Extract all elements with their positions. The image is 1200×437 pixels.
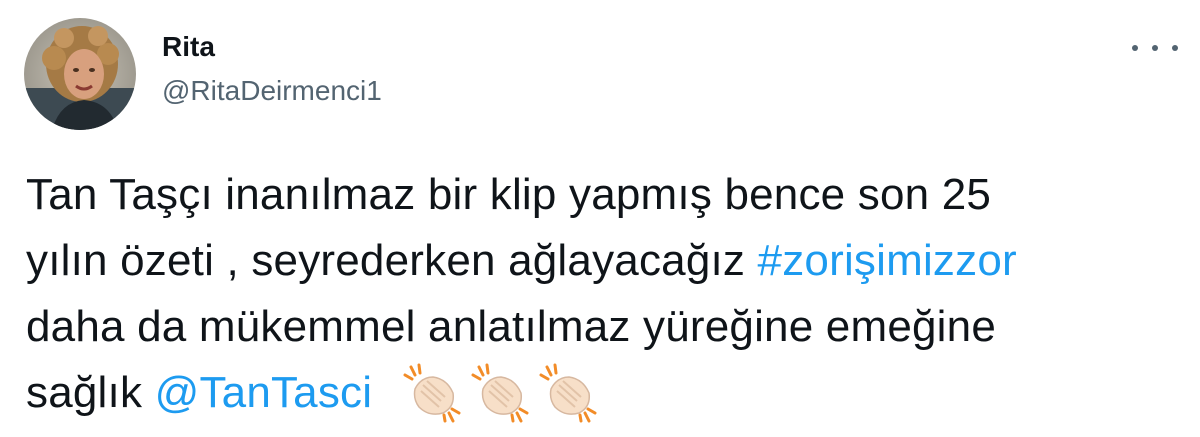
tweet-line: Tan Taşçı inanılmaz bir klip yapmış benc…: [26, 162, 1186, 228]
mention-link[interactable]: @TanTasci: [155, 368, 373, 417]
tweet-text-segment: Tan Taşçı inanılmaz bir klip yapmış benc…: [26, 170, 992, 219]
more-dot-icon: [1152, 45, 1158, 51]
user-info: Rita @RitaDeirmenci1: [162, 30, 382, 108]
tweet-line: yılın özeti , seyrederken ağlayacağız #z…: [26, 228, 1186, 294]
tweet-card: Rita @RitaDeirmenci1 Tan Taşçı inanılmaz…: [0, 0, 1200, 437]
avatar[interactable]: [24, 18, 136, 130]
clapping-hands-icon: [537, 363, 601, 423]
tweet-text-segment: yılın özeti , seyrederken ağlayacağız: [26, 236, 758, 285]
clapping-hands-icon: [469, 363, 533, 423]
more-dot-icon: [1172, 45, 1178, 51]
clapping-hands-icon: [401, 363, 465, 423]
author-display-name[interactable]: Rita: [162, 30, 382, 64]
tweet-line: sağlık @TanTasci: [26, 360, 1186, 426]
tweet-line: daha da mükemmel anlatılmaz yüreğine eme…: [26, 294, 1186, 360]
more-dot-icon: [1132, 45, 1138, 51]
hashtag-link[interactable]: #zorişimizzor: [758, 236, 1017, 285]
tweet-text-segment: sağlık: [26, 368, 155, 417]
tweet-text-segment: daha da mükemmel anlatılmaz yüreğine eme…: [26, 302, 996, 351]
more-options-button[interactable]: [1132, 36, 1178, 60]
author-handle[interactable]: @RitaDeirmenci1: [162, 74, 382, 108]
tweet-body: Tan Taşçı inanılmaz bir klip yapmış benc…: [26, 162, 1186, 426]
